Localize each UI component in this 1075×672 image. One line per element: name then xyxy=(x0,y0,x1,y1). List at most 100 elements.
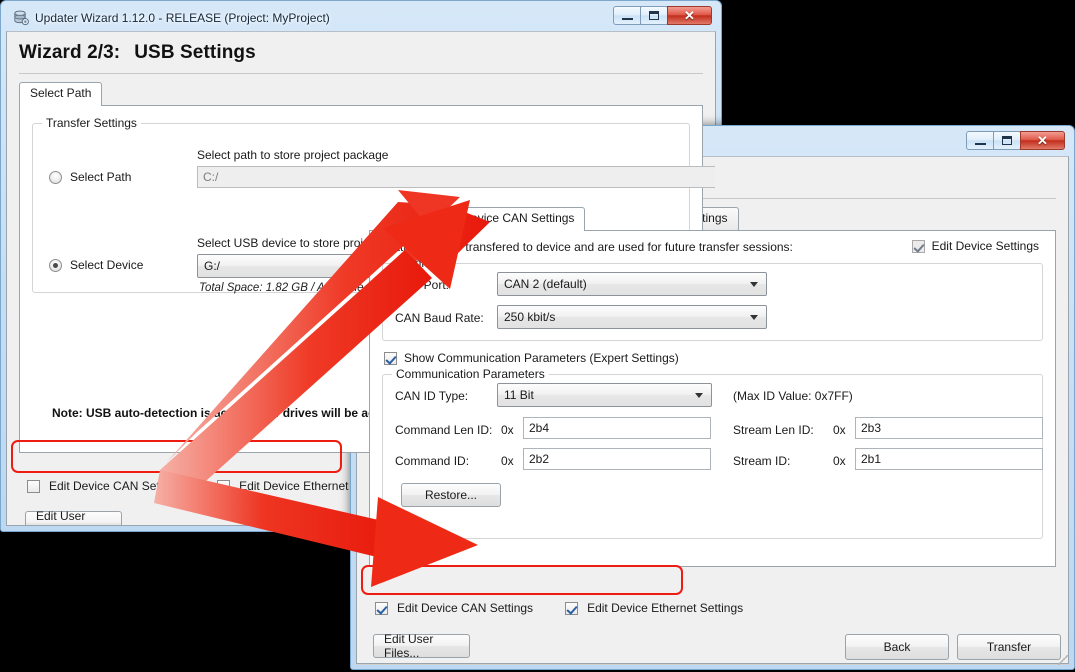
can-baud-rate-combo-value: 250 kbit/s xyxy=(504,310,556,324)
chevron-down-icon xyxy=(750,315,758,320)
close-icon: ✕ xyxy=(684,7,695,23)
select-path-radio[interactable] xyxy=(49,170,62,184)
stream-len-id-input[interactable]: 2b3 xyxy=(855,417,1043,439)
select-path-radio-row[interactable]: Select Path xyxy=(49,170,131,184)
can-port-label: CAN Port: xyxy=(395,278,450,292)
front-edit-device-can-settings-checkbox[interactable] xyxy=(375,601,388,615)
front-edit-user-files-label: Edit User Files... xyxy=(384,632,434,660)
back-edit-user-files-button[interactable]: Edit User Files... xyxy=(25,509,122,525)
select-path-radio-label: Select Path xyxy=(70,170,132,184)
select-device-radio-row[interactable]: Select Device xyxy=(49,258,143,272)
front-edit-user-files-button[interactable]: Edit User Files... xyxy=(373,632,470,660)
minimize-icon xyxy=(974,142,986,145)
show-comm-params-label: Show Communication Parameters (Expert Se… xyxy=(404,351,679,365)
select-path-input[interactable]: C:/ xyxy=(197,166,715,188)
edit-device-settings-row[interactable]: Edit Device Settings xyxy=(911,239,1039,253)
maximize-button[interactable] xyxy=(640,6,668,25)
stream-len-id-label: Stream Len ID: xyxy=(733,423,814,437)
front-edit-device-ethernet-settings-checkbox[interactable] xyxy=(565,601,579,615)
stream-id-value: 2b1 xyxy=(861,452,882,466)
select-path-description: Select path to store project package xyxy=(197,148,389,162)
back-checkbox-row[interactable]: Edit Device CAN Settings Edit Device Eth… xyxy=(27,479,395,493)
front-window[interactable]: Updater Wizard 1.12.0 - RELEASE (Project… xyxy=(350,125,1075,670)
front-window-controls[interactable]: ✕ xyxy=(966,131,1065,150)
can-port-combo-value: CAN 2 (default) xyxy=(504,277,587,291)
transfer-button-label: Transfer xyxy=(986,640,1032,654)
front-edit-device-ethernet-settings-label: Edit Device Ethernet Settings xyxy=(587,601,744,615)
can-port-combo[interactable]: CAN 2 (default) xyxy=(497,272,767,296)
tab-select-path-label: Select Path xyxy=(30,86,92,100)
transfer-button[interactable]: Transfer xyxy=(957,634,1061,660)
tab-device-can-settings[interactable]: Device CAN Settings xyxy=(451,207,586,231)
show-comm-params-checkbox[interactable] xyxy=(384,351,397,365)
close-button[interactable]: ✕ xyxy=(667,6,712,25)
back-page-title-prefix: Wizard 2/3: xyxy=(19,42,121,63)
back-window-title: Updater Wizard 1.12.0 - RELEASE (Project… xyxy=(35,11,330,25)
maximize-icon xyxy=(1002,136,1012,145)
database-wizard-icon xyxy=(13,10,29,26)
can-id-type-combo-value: 11 Bit xyxy=(504,388,534,402)
select-path-input-value: C:/ xyxy=(203,170,219,184)
can-baud-rate-combo[interactable]: 250 kbit/s xyxy=(497,305,767,329)
chevron-down-icon xyxy=(695,393,703,398)
minimize-button[interactable] xyxy=(966,131,994,150)
back-edit-device-ethernet-settings-checkbox[interactable] xyxy=(217,479,231,493)
stream-id-input[interactable]: 2b1 xyxy=(855,448,1043,470)
command-id-label: Command ID: xyxy=(395,454,470,468)
communication-parameters-group-title: Communication Parameters xyxy=(392,367,549,381)
front-tabstrip[interactable]: Select Path Device CAN Settings Device E… xyxy=(357,207,1068,231)
command-len-id-label: Command Len ID: xyxy=(395,423,493,437)
back-edit-device-can-settings-checkbox[interactable] xyxy=(27,479,40,493)
select-device-radio-label: Select Device xyxy=(70,258,144,272)
back-page-title-suffix: USB Settings xyxy=(134,42,256,63)
max-id-value-hint: (Max ID Value: 0x7FF) xyxy=(733,389,853,403)
front-tab-panel: Settings will be transfered to device an… xyxy=(369,230,1056,567)
restore-button-label: Restore... xyxy=(424,488,478,502)
maximize-button[interactable] xyxy=(993,131,1021,150)
maximize-icon xyxy=(649,11,659,20)
can-id-type-combo[interactable]: 11 Bit xyxy=(497,383,712,407)
back-button-label: Back xyxy=(883,640,911,654)
settings-intro-text: Settings will be transfered to device an… xyxy=(382,240,793,254)
command-len-id-value: 2b4 xyxy=(529,421,550,435)
back-window-controls[interactable]: ✕ xyxy=(613,6,712,25)
command-id-prefix: 0x xyxy=(501,454,514,468)
command-len-id-prefix: 0x xyxy=(501,423,514,437)
show-comm-params-row[interactable]: Show Communication Parameters (Expert Se… xyxy=(384,351,679,365)
back-title-divider xyxy=(19,73,703,74)
back-edit-user-files-label: Edit User Files... xyxy=(36,509,86,525)
stream-len-id-prefix: 0x xyxy=(833,423,846,437)
stream-id-prefix: 0x xyxy=(833,454,846,468)
back-button[interactable]: Back xyxy=(845,634,949,660)
minimize-button[interactable] xyxy=(613,6,641,25)
restore-button[interactable]: Restore... xyxy=(401,483,501,507)
close-button[interactable]: ✕ xyxy=(1020,131,1065,150)
stream-len-id-value: 2b3 xyxy=(861,421,882,435)
back-edit-device-can-settings-label: Edit Device CAN Settings xyxy=(49,479,186,493)
command-id-input[interactable]: 2b2 xyxy=(523,448,711,470)
command-id-value: 2b2 xyxy=(529,452,550,466)
back-tabstrip[interactable]: Select Path xyxy=(7,82,715,106)
front-window-client-area: Wizard 2/3:USB Settings Select Path Devi… xyxy=(356,156,1069,664)
stream-id-label: Stream ID: xyxy=(733,454,791,468)
common-group: Common CAN Port: CAN 2 (default) CAN Bau… xyxy=(382,256,1043,341)
front-edit-device-can-settings-label: Edit Device CAN Settings xyxy=(397,601,534,615)
resize-grip[interactable] xyxy=(1058,655,1068,665)
can-baud-rate-label: CAN Baud Rate: xyxy=(395,311,484,325)
command-len-id-input[interactable]: 2b4 xyxy=(523,417,711,439)
transfer-settings-group-title: Transfer Settings xyxy=(42,116,141,130)
tab-device-can-settings-label: Device CAN Settings xyxy=(462,211,575,225)
front-window-statusbar xyxy=(356,664,1069,665)
communication-parameters-group: Communication Parameters CAN ID Type: 11… xyxy=(382,367,1043,539)
select-device-combo-value: G:/ xyxy=(204,259,221,273)
close-icon: ✕ xyxy=(1037,132,1048,148)
chevron-down-icon xyxy=(750,282,758,287)
usb-autodetect-note: Note: USB auto-detection is active. New … xyxy=(52,406,397,420)
front-checkbox-row[interactable]: Edit Device CAN Settings Edit Device Eth… xyxy=(375,601,743,615)
common-group-title: Common xyxy=(392,256,449,270)
edit-device-settings-checkbox[interactable] xyxy=(911,239,925,253)
can-id-type-label: CAN ID Type: xyxy=(395,389,469,403)
back-window-titlebar[interactable]: Updater Wizard 1.12.0 - RELEASE (Project… xyxy=(6,5,716,31)
tab-select-path[interactable]: Select Path xyxy=(19,82,103,106)
select-device-radio[interactable] xyxy=(49,258,62,272)
